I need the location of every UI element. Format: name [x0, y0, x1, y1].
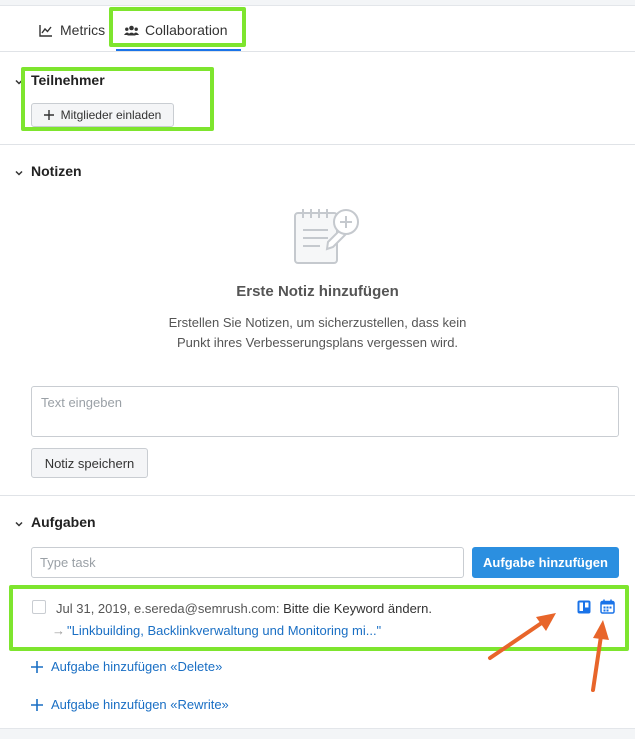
tab-metrics-label: Metrics: [60, 22, 106, 38]
participants-title: Teilnehmer: [31, 72, 105, 88]
notes-title: Notizen: [31, 163, 82, 179]
task-page-link[interactable]: "Linkbuilding, Backlinkverwaltung und Mo…: [67, 623, 381, 638]
trello-icon[interactable]: [577, 600, 591, 614]
task-input[interactable]: Type task: [31, 547, 464, 578]
tab-bar: Metrics Collaboration: [0, 6, 635, 52]
team-icon: [123, 22, 139, 38]
tab-metrics[interactable]: Metrics: [38, 16, 105, 44]
add-task-rewrite-label: Aufgabe hinzufügen «Rewrite»: [51, 697, 229, 712]
add-task-button[interactable]: Aufgabe hinzufügen: [472, 547, 619, 578]
arrow-right-icon: →: [52, 623, 65, 638]
line-chart-icon: [38, 22, 54, 38]
add-task-delete-link[interactable]: Aufgabe hinzufügen «Delete»: [31, 659, 222, 674]
plus-icon: [31, 698, 43, 711]
add-note-icon: [294, 209, 359, 264]
annotation-arrow: [591, 620, 609, 692]
annotation-arrow: [488, 613, 556, 660]
plus-icon: [43, 110, 54, 120]
tab-collaboration[interactable]: Collaboration: [123, 16, 228, 44]
divider: [0, 144, 635, 145]
chevron-down-icon[interactable]: [14, 519, 24, 529]
chevron-down-icon[interactable]: [14, 168, 24, 178]
active-tab-indicator: [116, 49, 241, 51]
task-link-row: → "Linkbuilding, Backlinkverwaltung und …: [52, 623, 381, 638]
add-task-rewrite-link[interactable]: Aufgabe hinzufügen «Rewrite»: [31, 697, 229, 712]
notes-empty-title: Erste Notiz hinzufügen: [236, 283, 399, 300]
calendar-icon[interactable]: [600, 599, 615, 614]
note-text-input[interactable]: Text eingeben: [31, 386, 619, 437]
task-checkbox[interactable]: [32, 600, 46, 614]
notes-empty-text: Erstellen Sie Notizen, um sicherzustelle…: [168, 315, 467, 350]
tasks-title: Aufgaben: [31, 514, 96, 530]
save-note-button[interactable]: Notiz speichern: [31, 448, 148, 478]
plus-icon: [31, 660, 43, 673]
invite-members-label: Mitglieder einladen: [60, 108, 162, 122]
bottom-strip: [0, 728, 635, 739]
chevron-down-icon[interactable]: [14, 77, 24, 87]
task-meta: Jul 31, 2019, e.sereda@semrush.com:: [56, 601, 280, 616]
divider: [0, 495, 635, 496]
task-text: Bitte die Keyword ändern.: [283, 601, 432, 616]
task-item: Jul 31, 2019, e.sereda@semrush.com: Bitt…: [56, 601, 432, 616]
add-task-delete-label: Aufgabe hinzufügen «Delete»: [51, 659, 223, 674]
tab-collaboration-label: Collaboration: [145, 22, 228, 38]
invite-members-button[interactable]: Mitglieder einladen: [31, 103, 174, 127]
